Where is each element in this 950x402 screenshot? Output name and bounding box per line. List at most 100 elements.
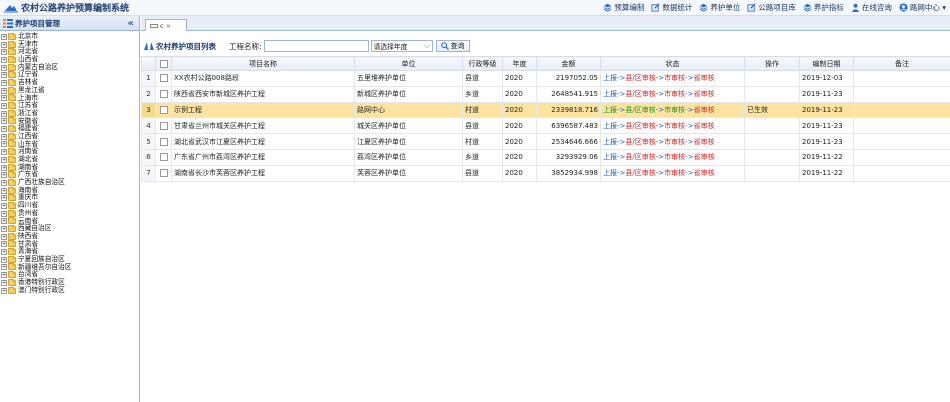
cell-operation[interactable] [744,164,800,182]
table-row[interactable]: 4 甘肃省兰州市城关区养护工程 城关区养护单位 县道 2020 6396587.483 上报… [141,117,950,135]
expand-plus-icon[interactable]: + [1,95,7,102]
nav-indicators[interactable]: 养护指标 [803,2,844,13]
header-operation[interactable]: 操作 [744,56,800,71]
header-amount[interactable]: 金额 [536,56,601,71]
expand-plus-icon[interactable]: + [1,187,7,194]
expand-plus-icon[interactable]: + [1,33,7,40]
nav-budget[interactable]: 预算编制 [603,2,644,13]
cell-amount: 2534646.666 [536,133,601,150]
expand-plus-icon[interactable]: + [1,118,7,125]
status-step: -> [655,169,665,178]
cell-status: 上报->县/区审核->市审核->省审核 [600,85,745,103]
table-row[interactable]: 3 示例工程 路网中心 村道 2020 2339818.716 上报->县/区审核->市审核… [141,101,950,119]
expand-plus-icon[interactable]: + [1,226,7,233]
header-year[interactable]: 年度 [502,56,537,71]
status-step: 市审核 [664,74,686,83]
folder-icon [8,148,16,156]
table-row[interactable]: 5 湖北省武汉市江夏区养护工程 江夏区养护单位 村道 2020 2534646.666 上报… [141,133,950,150]
expand-plus-icon[interactable]: + [1,103,7,110]
expand-plus-icon[interactable]: + [1,156,7,163]
row-checkbox-cell[interactable] [155,133,172,150]
cell-date: 2019-11-22 [799,164,854,182]
row-checkbox-cell[interactable] [155,101,172,119]
row-checkbox[interactable] [159,169,168,178]
row-checkbox-cell[interactable] [155,117,172,135]
collapse-panel-button[interactable]: « [128,18,134,29]
expand-plus-icon[interactable]: + [1,287,7,294]
query-button[interactable]: 查询 [435,40,470,52]
cell-status: 上报->县/区审核->市审核->省审核 [600,117,745,135]
row-checkbox-cell[interactable] [155,85,172,103]
expand-plus-icon[interactable]: + [1,141,7,148]
nav-stats[interactable]: 数据统计 [651,2,692,13]
cell-operation[interactable] [744,117,800,135]
cell-operation[interactable] [744,85,800,103]
expand-plus-icon[interactable]: + [1,272,7,279]
expand-plus-icon[interactable]: + [1,279,7,286]
table-row[interactable]: 6 广东省广州市荔湾区养护工程 荔湾区养护单位 乡道 2020 3293929.06 上报 -… [141,148,950,166]
row-checkbox[interactable] [159,90,168,99]
cell-operation[interactable] [744,133,800,150]
header-project-name[interactable]: 项目名称 [171,56,355,71]
expand-plus-icon[interactable]: + [1,164,7,171]
row-checkbox-cell[interactable] [155,148,172,166]
expand-plus-icon[interactable]: + [1,56,7,63]
expand-plus-icon[interactable]: + [1,110,7,117]
row-number: 6 [141,148,156,166]
nav-units[interactable]: 养护单位 [699,2,740,13]
row-checkbox[interactable] [159,137,168,146]
status-step: 县/区审核 [625,105,656,114]
expand-plus-icon[interactable]: + [1,233,7,240]
expand-plus-icon[interactable]: + [1,264,7,271]
header-unit[interactable]: 单位 [354,56,463,71]
table-row[interactable]: 1 XX农村公路008路段 五里堆养护单位 县道 2020 2197052.05 上报->县… [141,70,950,87]
nav-consult[interactable]: 在线咨询 [851,2,892,13]
expand-plus-icon[interactable]: + [1,195,7,202]
row-checkbox[interactable] [159,74,168,83]
header-level[interactable]: 行政等级 [462,56,503,71]
status-step: 上报 [603,90,617,99]
expand-plus-icon[interactable]: + [1,210,7,217]
expand-plus-icon[interactable]: + [1,179,7,186]
expand-plus-icon[interactable]: + [1,256,7,263]
expand-plus-icon[interactable]: + [1,79,7,86]
header-status[interactable]: 状态 [600,56,745,71]
cell-unit: 城关区养护单位 [354,117,463,135]
road-icon [144,42,154,50]
select-all-checkbox[interactable] [159,59,168,68]
expand-plus-icon[interactable]: + [1,133,7,140]
expand-plus-icon[interactable]: + [1,64,7,71]
expand-plus-icon[interactable]: + [1,249,7,256]
tab-c[interactable]: c × [145,19,187,31]
table-row[interactable]: 2 陕西省西安市新城区养护工程 新城区养护单位 乡道 2020 2648541.915 上报… [141,85,950,103]
table-row[interactable]: 7 湖南省长沙市芙蓉区养护工程 芙蓉区养护单位 县道 2020 3852934.998 上报… [141,164,950,182]
expand-plus-icon[interactable]: + [1,202,7,209]
year-select[interactable]: 请选择年度 ⌵ [370,40,433,52]
header-date[interactable]: 编制日期 [799,56,854,71]
project-name-input[interactable] [263,40,369,52]
tree-item[interactable]: + 澳门特别行政区 [0,286,139,295]
header-select-all[interactable] [155,56,172,71]
cell-operation[interactable]: 已生效 [744,101,800,119]
tab-close-icon[interactable]: × [166,22,171,30]
nav-user-menu[interactable]: 路网中心 ▾ [899,2,946,13]
row-checkbox-cell[interactable] [155,164,172,182]
expand-plus-icon[interactable]: + [1,172,7,179]
expand-plus-icon[interactable]: + [1,87,7,94]
expand-plus-icon[interactable]: + [1,241,7,248]
expand-plus-icon[interactable]: + [1,41,7,48]
cell-operation[interactable] [744,70,800,87]
cell-operation[interactable] [744,148,800,166]
row-checkbox[interactable] [159,153,168,162]
expand-plus-icon[interactable]: + [1,49,7,56]
row-checkbox-cell[interactable] [155,70,172,87]
expand-plus-icon[interactable]: + [1,126,7,133]
header-note[interactable]: 备注 [853,56,950,71]
nav-project-lib[interactable]: 公路项目库 [747,2,796,13]
row-checkbox[interactable] [159,105,168,114]
expand-plus-icon[interactable]: + [1,218,7,225]
row-checkbox[interactable] [159,121,168,130]
expand-plus-icon[interactable]: + [1,72,7,79]
cell-unit: 五里堆养护单位 [354,70,463,87]
expand-plus-icon[interactable]: + [1,149,7,156]
